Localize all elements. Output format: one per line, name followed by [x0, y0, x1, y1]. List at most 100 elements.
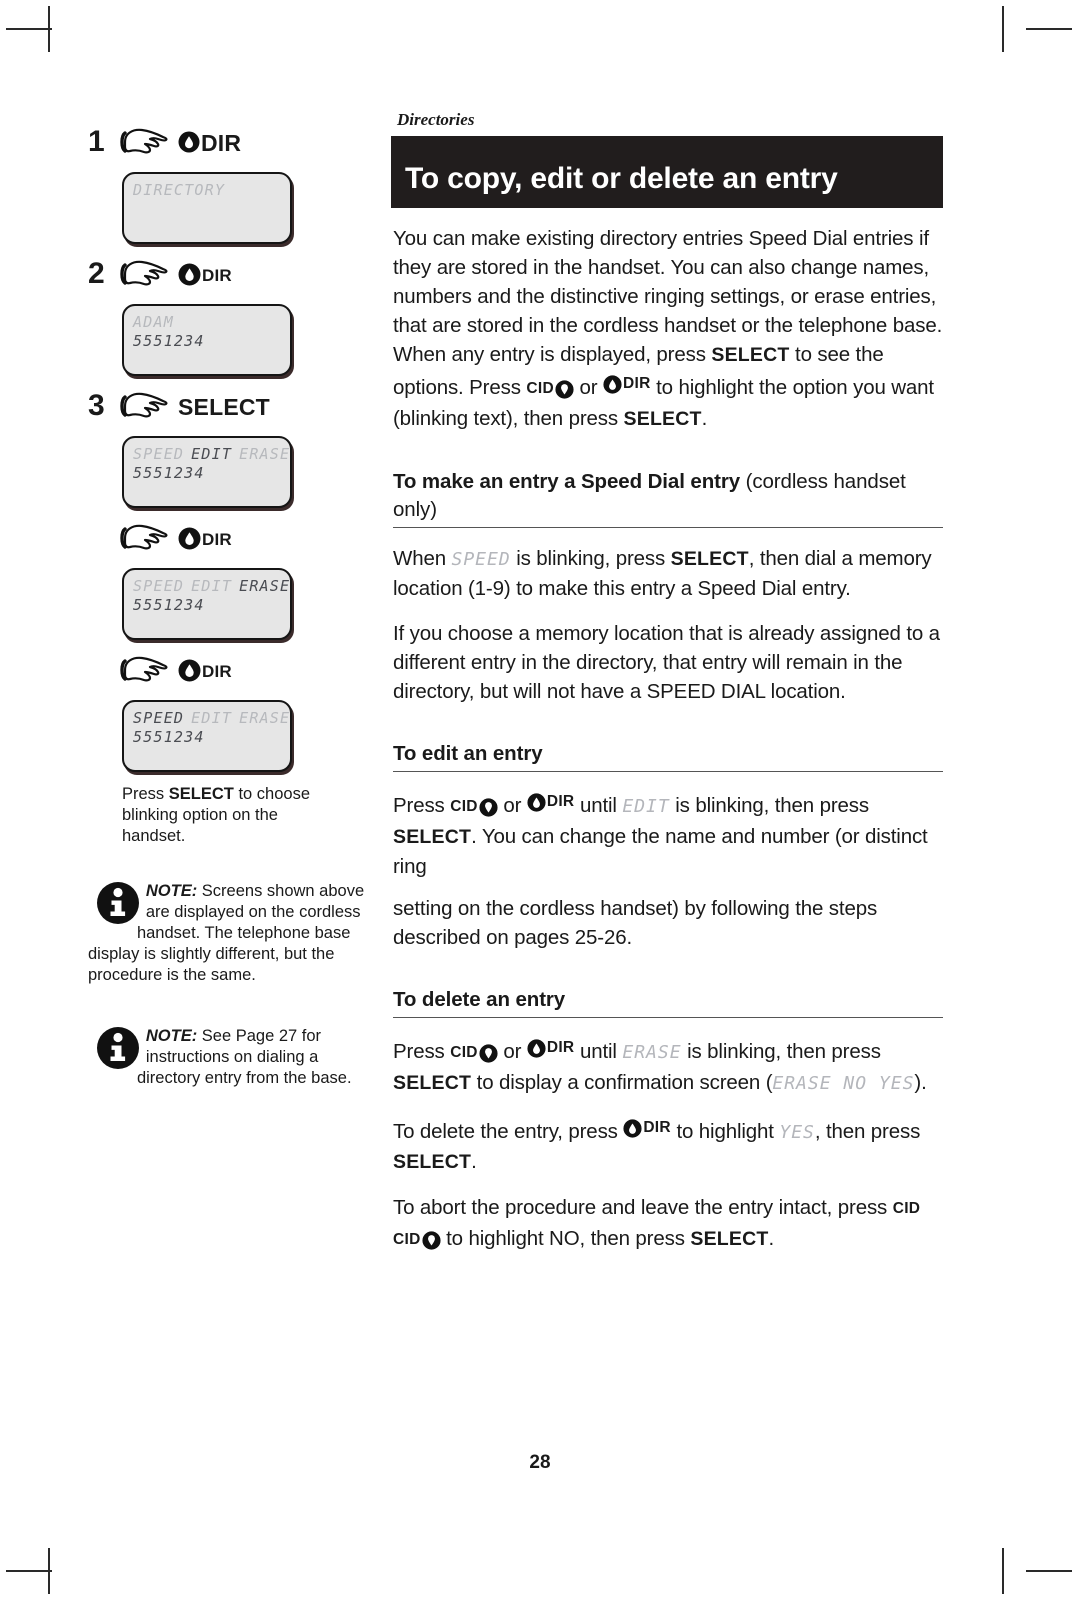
pointing-hand-icon [120, 260, 168, 286]
lcd-screen-options-speed: SPEED EDIT ERASE 5551234 [122, 700, 292, 772]
key-dir-step5-label: DIR [202, 662, 232, 681]
key-dir-step5[interactable]: DIR [178, 659, 232, 682]
key-dir-inline[interactable]: DIR [623, 1114, 671, 1143]
delete2-text-d: . [471, 1150, 477, 1173]
edit-text-d: is blinking, then press [669, 794, 869, 817]
info-icon [97, 882, 139, 924]
step-3-number: 3 [88, 389, 105, 422]
key-dir-inline[interactable]: DIR [527, 1034, 575, 1063]
section-eyebrow: Directories [397, 110, 475, 129]
step-1-number: 1 [88, 125, 105, 158]
page-title: To copy, edit or delete an entry [391, 136, 943, 208]
segment-erase-no-yes: ERASE NO YES [772, 1073, 915, 1094]
key-cid-inline-2[interactable]: CID [393, 1226, 441, 1255]
step-4-row: DIR [88, 516, 388, 560]
lcd-line-1: DIRECTORY [133, 181, 226, 199]
up-arrow-badge-icon [178, 527, 201, 549]
segment-erase: ERASE [622, 1042, 682, 1063]
lcd-line-name: ADAM [133, 313, 174, 331]
key-dir-label: DIR [643, 1119, 671, 1136]
up-arrow-badge-icon [178, 263, 201, 285]
intro-paragraph: You can make existing directory entries … [393, 224, 943, 434]
key-dir-step1-label: DIR [201, 129, 242, 156]
key-dir-inline[interactable]: DIR [527, 788, 575, 817]
info-icon [97, 1027, 139, 1069]
key-cid-inline-1[interactable]: CID [893, 1195, 921, 1224]
key-cid-inline[interactable]: CID [450, 1039, 498, 1068]
lcd-options-row: SPEED EDIT ERASE [133, 577, 289, 596]
delete-text-e: to display a confirmation screen ( [471, 1071, 773, 1094]
edit-text-e: . You can change the name and number (or… [393, 825, 928, 878]
lcd-screen-options-erase: SPEED EDIT ERASE 5551234 [122, 568, 292, 640]
key-cid-label-2: CID [393, 1231, 421, 1248]
step-2-row: 2 DIR [88, 252, 388, 296]
segment-edit: EDIT [622, 796, 670, 817]
section-heading-delete: To delete an entry [393, 986, 943, 1018]
key-cid-label: CID [526, 380, 554, 397]
page-number: 28 [529, 1452, 551, 1473]
key-dir-step4[interactable]: DIR [178, 527, 232, 550]
note-lead-1: NOTE: [145, 882, 198, 900]
lcd-option-erase: ERASE [239, 445, 291, 463]
lcd-option-speed: SPEED [133, 709, 185, 727]
lcd-option-erase: ERASE [239, 577, 291, 595]
delete-select: SELECT [393, 1072, 472, 1094]
key-dir-step2[interactable]: DIR [178, 263, 232, 286]
edit-paragraph-1: Press CID or DIR until EDIT is blinking,… [393, 788, 943, 881]
speed-text-b: is blinking, press [510, 547, 671, 570]
step-3-row: 3 SELECT [88, 384, 388, 428]
key-cid-inline[interactable]: CID [450, 793, 498, 822]
key-cid-label: CID [450, 798, 478, 815]
key-dir-step1[interactable]: DIR [178, 129, 241, 156]
key-cid-inline[interactable]: CID [526, 375, 574, 404]
down-arrow-badge-icon [479, 1044, 498, 1063]
edit-text-c: until [574, 794, 623, 817]
intro-text-e: . [701, 407, 708, 430]
segment-yes: YES [779, 1122, 815, 1143]
manual-page: 1 DIR DIRECTORY 2 DIR ADAM 5551234 3 SEL… [0, 0, 1080, 1612]
segment-speed: SPEED [451, 549, 511, 570]
crop-mark-left-bottom [6, 1570, 52, 1572]
lcd-line-number: 5551234 [133, 596, 205, 614]
lcd-line-number: 5551234 [133, 728, 205, 746]
lcd-option-edit: EDIT [191, 577, 233, 595]
section-heading-speed-dial: To make an entry a Speed Dial entry (cor… [393, 468, 943, 528]
key-cid-label: CID [450, 1044, 478, 1061]
up-arrow-badge-icon [527, 1039, 546, 1058]
lcd-line-number: 5551234 [133, 332, 205, 350]
down-arrow-badge-icon [422, 1231, 441, 1250]
crop-mark-bottom-right [1002, 1548, 1004, 1594]
up-arrow-badge-icon [527, 793, 546, 812]
speed-paragraph-1: When SPEED is blinking, press SELECT, th… [393, 544, 943, 603]
down-arrow-badge-icon [479, 798, 498, 817]
lcd-option-edit: EDIT [191, 709, 233, 727]
lcd-screen-directory: DIRECTORY [122, 172, 292, 244]
delete-paragraph-3: To abort the procedure and leave the ent… [393, 1193, 943, 1255]
lcd-option-speed: SPEED [133, 445, 185, 463]
speed-heading-bold: To make an entry a Speed Dial entry [393, 470, 741, 493]
caption-select: SELECT [168, 785, 234, 803]
key-select-step3[interactable]: SELECT [178, 393, 270, 420]
down-arrow-badge-icon [555, 380, 574, 399]
delete-text-c: until [574, 1040, 623, 1063]
lcd-screen-entry: ADAM 5551234 [122, 304, 292, 376]
lcd-options-row: SPEED EDIT ERASE [133, 445, 289, 464]
delete-paragraph-2: To delete the entry, press DIR to highli… [393, 1114, 943, 1177]
key-dir-label: DIR [546, 1039, 575, 1056]
delete2-text-a: To delete the entry, press [393, 1120, 624, 1143]
lcd-options-row: SPEED EDIT ERASE [133, 709, 289, 728]
key-dir-inline[interactable]: DIR [603, 370, 651, 399]
crop-mark-right-bottom [1026, 1570, 1072, 1572]
delete-paragraph-1: Press CID or DIR until ERASE is blinking… [393, 1034, 943, 1098]
delete2-text-c: , then press [814, 1120, 921, 1143]
key-dir-label: DIR [622, 375, 651, 392]
speed-paragraph-2: If you choose a memory location that is … [393, 622, 940, 703]
delete3-text-a: To abort the procedure and leave the ent… [393, 1196, 893, 1219]
lcd-option-edit: EDIT [191, 445, 233, 463]
lcd-line-number: 5551234 [133, 464, 205, 482]
edit-select: SELECT [393, 826, 472, 848]
lcd-option-erase: ERASE [239, 709, 291, 727]
note-block-1: NOTE: Screens shown above are displayed … [88, 881, 366, 986]
up-arrow-badge-icon [623, 1119, 642, 1138]
step-5-row: DIR [88, 648, 388, 692]
